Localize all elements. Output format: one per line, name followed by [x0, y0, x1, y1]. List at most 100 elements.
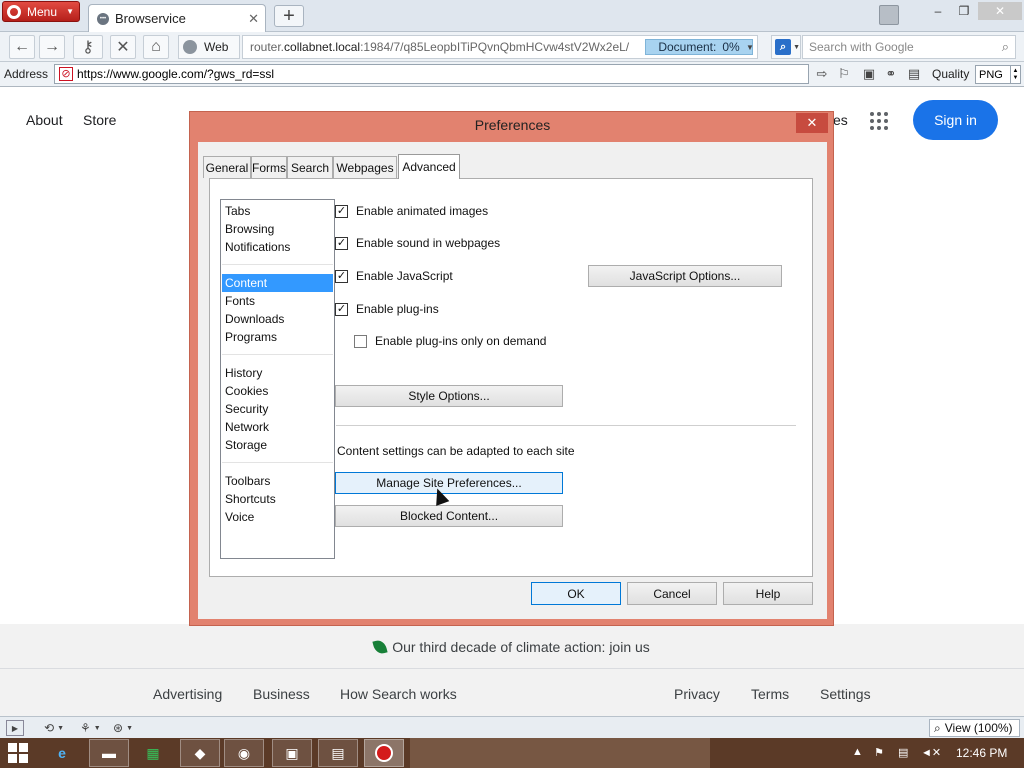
dialog-title: Preferences: [474, 117, 551, 133]
enable-animated-images-checkbox[interactable]: ✓: [335, 204, 348, 218]
internet-explorer-icon[interactable]: e: [42, 739, 82, 767]
page-icon[interactable]: ▣: [860, 65, 878, 83]
footer-terms-link[interactable]: Terms: [751, 686, 789, 702]
url-history-dropdown[interactable]: ▼: [742, 35, 758, 59]
about-link[interactable]: About: [26, 112, 63, 128]
javascript-options-button[interactable]: JavaScript Options...: [588, 265, 782, 287]
category-item-programs[interactable]: Programs: [222, 328, 333, 346]
network-icon[interactable]: ▤: [898, 746, 908, 759]
turbo-icon[interactable]: ⊛ ▼: [113, 720, 133, 736]
tab-advanced[interactable]: Advanced: [398, 154, 460, 179]
file-explorer-icon[interactable]: ▬: [89, 739, 129, 767]
go-arrow-icon[interactable]: ⇨: [813, 65, 831, 83]
binoculars-icon[interactable]: ⚭: [882, 65, 900, 83]
category-item-voice[interactable]: Voice: [222, 508, 333, 526]
globe-icon: [183, 40, 197, 54]
enable-plugins-row[interactable]: ✓ Enable plug-ins: [335, 302, 439, 316]
enable-javascript-row[interactable]: ✓ Enable JavaScript: [335, 269, 453, 283]
ok-button[interactable]: OK: [531, 582, 621, 605]
unite-icon[interactable]: ⚘ ▼: [80, 720, 101, 736]
wand-button[interactable]: ⚷: [73, 35, 103, 59]
images-link[interactable]: es: [833, 112, 848, 128]
category-item-notifications[interactable]: Notifications: [222, 238, 333, 256]
enable-sound-row[interactable]: ✓ Enable sound in webpages: [335, 236, 500, 250]
help-button[interactable]: Help: [723, 582, 813, 605]
blocked-content-button[interactable]: Blocked Content...: [335, 505, 563, 527]
chrome-icon[interactable]: ◉: [224, 739, 264, 767]
window-close-button[interactable]: ✕: [978, 2, 1022, 20]
category-item-fonts[interactable]: Fonts: [222, 292, 333, 310]
apps-grid-icon[interactable]: [870, 112, 888, 130]
enable-plugins-checkbox[interactable]: ✓: [335, 302, 348, 316]
action-center-flag-icon[interactable]: ⚑: [874, 746, 884, 759]
enable-animated-images-row[interactable]: ✓ Enable animated images: [335, 204, 488, 218]
address-bar: Address ⊘ https://www.google.com/?gws_rd…: [0, 62, 1024, 87]
spinner-icon[interactable]: ▲ ▼: [1010, 66, 1020, 83]
enable-sound-checkbox[interactable]: ✓: [335, 236, 348, 250]
climate-banner[interactable]: Our third decade of climate action: join…: [0, 638, 1024, 656]
tab-webpages[interactable]: Webpages: [333, 156, 397, 178]
forward-button[interactable]: →: [39, 35, 65, 59]
manage-site-preferences-button[interactable]: Manage Site Preferences...: [335, 472, 563, 494]
new-tab-button[interactable]: +: [274, 5, 304, 27]
close-tab-icon[interactable]: ✕: [248, 11, 259, 27]
search-input[interactable]: Search with Google ⌕: [802, 35, 1016, 59]
footer-business-link[interactable]: Business: [253, 686, 310, 702]
category-item-storage[interactable]: Storage: [222, 436, 333, 454]
store-link[interactable]: Store: [83, 112, 116, 128]
tab-search[interactable]: Search: [287, 156, 333, 178]
clipboard-icon[interactable]: ▤: [905, 65, 923, 83]
tray-expand-icon[interactable]: ▲: [852, 746, 863, 758]
quality-select[interactable]: PNG ▲ ▼: [975, 65, 1021, 84]
maximize-button[interactable]: ❐: [951, 2, 977, 20]
search-engine-selector[interactable]: ⌕ ▼: [771, 35, 801, 59]
tab-browservice[interactable]: ••• Browservice ✕: [88, 4, 266, 32]
home-button[interactable]: ⌂: [143, 35, 169, 59]
category-item-toolbars[interactable]: Toolbars: [222, 472, 333, 490]
category-item-shortcuts[interactable]: Shortcuts: [222, 490, 333, 508]
category-item-content[interactable]: Content: [222, 274, 333, 292]
excel-icon[interactable]: ▦: [133, 739, 173, 767]
url-field[interactable]: router. collabnet.local:1984/7/q85LeopbIT…: [242, 35, 758, 59]
zoom-control[interactable]: ⌕ View (100%): [929, 719, 1020, 737]
cancel-button[interactable]: Cancel: [627, 582, 717, 605]
sign-in-button[interactable]: Sign in: [913, 100, 998, 140]
footer-how-search-works-link[interactable]: How Search works: [340, 686, 457, 702]
notepad-icon[interactable]: ▤: [318, 739, 358, 767]
footer-settings-link[interactable]: Settings: [820, 686, 871, 702]
taskbar-clock[interactable]: 12:46 PM: [956, 746, 1007, 760]
web-button[interactable]: Web: [178, 35, 240, 59]
windows-start-icon[interactable]: [8, 743, 28, 763]
app-red-icon[interactable]: ◆: [180, 739, 220, 767]
minimize-button[interactable]: –: [925, 2, 951, 20]
stop-button[interactable]: ✕: [110, 35, 136, 59]
category-item-security[interactable]: Security: [222, 400, 333, 418]
footer-privacy-link[interactable]: Privacy: [674, 686, 720, 702]
opera-menu-button[interactable]: Menu ▼: [2, 1, 80, 22]
sync-icon[interactable]: ⟲ ▼: [44, 720, 64, 736]
bookmark-icon[interactable]: ⚐: [835, 65, 853, 83]
dialog-close-button[interactable]: ✕: [796, 113, 828, 133]
search-icon[interactable]: ⌕: [1002, 39, 1009, 55]
category-item-network[interactable]: Network: [222, 418, 333, 436]
volume-muted-icon[interactable]: ◄✕: [921, 746, 941, 759]
category-item-history[interactable]: History: [222, 364, 333, 382]
panel-toggle-icon[interactable]: ▶: [6, 720, 24, 736]
plugins-on-demand-row[interactable]: Enable plug-ins only on demand: [354, 334, 546, 348]
back-button[interactable]: ←: [9, 35, 35, 59]
category-item-browsing[interactable]: Browsing: [222, 220, 333, 238]
plugins-on-demand-checkbox[interactable]: [354, 334, 367, 348]
category-item-downloads[interactable]: Downloads: [222, 310, 333, 328]
style-options-button[interactable]: Style Options...: [335, 385, 563, 407]
trash-icon[interactable]: [879, 5, 899, 25]
tab-general[interactable]: General: [203, 156, 251, 178]
enable-javascript-checkbox[interactable]: ✓: [335, 269, 348, 283]
app-blue-icon[interactable]: ▣: [272, 739, 312, 767]
address-input[interactable]: ⊘ https://www.google.com/?gws_rd=ssl: [54, 64, 809, 84]
opera-taskbar-icon[interactable]: [364, 739, 404, 767]
tab-forms[interactable]: Forms: [251, 156, 287, 178]
footer-advertising-link[interactable]: Advertising: [153, 686, 222, 702]
category-item-cookies[interactable]: Cookies: [222, 382, 333, 400]
category-item-tabs[interactable]: Tabs: [222, 202, 333, 220]
category-list[interactable]: Tabs Browsing Notifications Content Font…: [220, 199, 335, 559]
